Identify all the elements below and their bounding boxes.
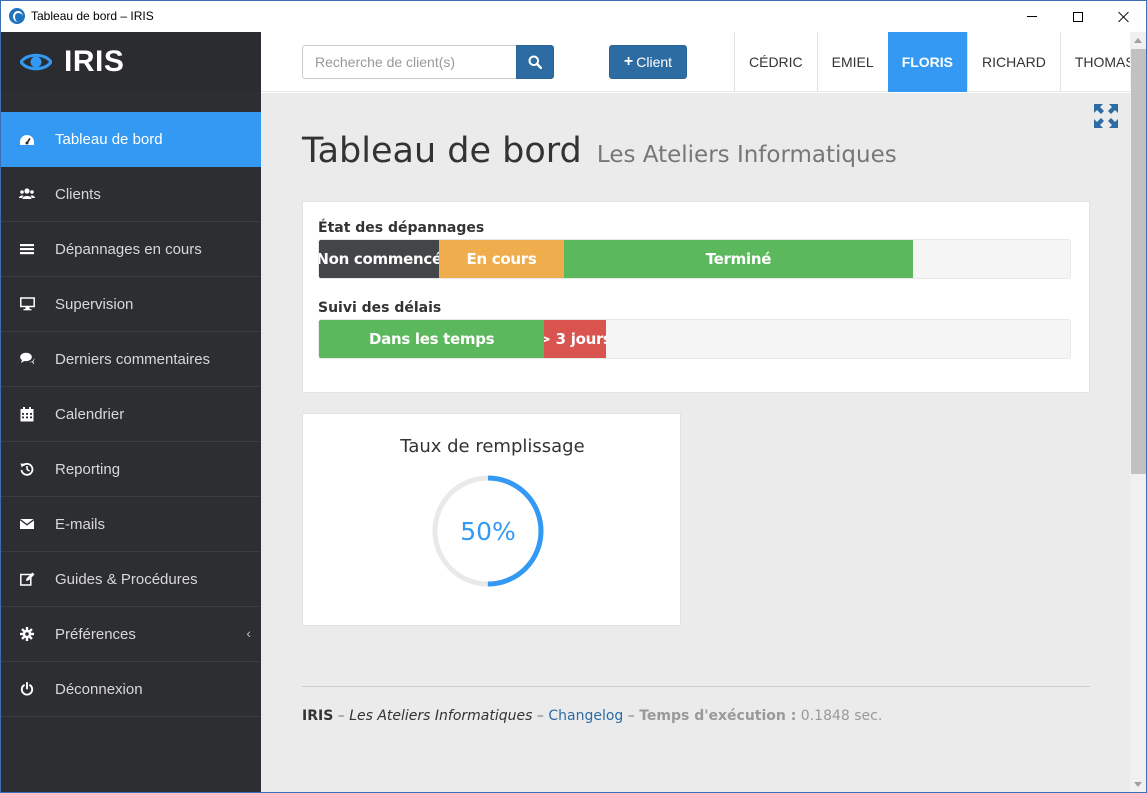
sidebar-item-label: Guides & Procédures — [55, 570, 198, 588]
scroll-down-arrow-icon[interactable] — [1134, 782, 1142, 787]
sidebar-item-label: Reporting — [55, 460, 121, 478]
sidebar-item-label: Préférences — [55, 625, 136, 643]
sidebar-item-derniers-commentaires[interactable]: Derniers commentaires — [1, 332, 261, 387]
sidebar-item-label: E-mails — [55, 515, 106, 533]
title-bar: Tableau de bord – IRIS — [1, 1, 1146, 32]
progress-segment: Dans les temps — [319, 320, 545, 358]
add-client-button[interactable]: + Client — [609, 45, 687, 79]
sidebar-item-label: Dépannages en cours — [55, 240, 202, 258]
page-subtitle: Les Ateliers Informatiques — [596, 142, 897, 168]
sidebar-item-label: Clients — [55, 185, 101, 203]
calendar-icon — [19, 406, 35, 422]
footer-company: Les Ateliers Informatiques — [349, 708, 533, 724]
top-bar: + Client CÉDRICEMIELFLORISRICHARDTHOMAS — [261, 32, 1135, 92]
sidebar: IRIS Tableau de bord Clients Dépannages en… — [1, 32, 261, 792]
app-logo-icon — [9, 8, 25, 24]
page-title-text: Tableau de bord — [302, 131, 582, 171]
changelog-link[interactable]: Changelog — [548, 708, 623, 724]
edit-icon — [19, 571, 35, 587]
deadlines-progress: Dans les temps> 3 jours — [318, 319, 1071, 359]
footer-brand: IRIS — [302, 708, 334, 724]
close-icon — [1118, 11, 1130, 23]
sidebar-item-tableau-de-bord[interactable]: Tableau de bord — [1, 112, 261, 167]
repairs-status-label: État des dépannages — [318, 220, 485, 236]
tab-cedric[interactable]: CÉDRIC — [734, 32, 817, 92]
envelope-icon — [19, 516, 35, 532]
maximize-icon — [1073, 11, 1083, 22]
repairs-status-progress: Non commencé En cours Terminé — [318, 239, 1071, 279]
sidebar-item-clients[interactable]: Clients — [1, 167, 261, 222]
search-icon — [528, 55, 542, 69]
close-button[interactable] — [1101, 1, 1146, 32]
progress-segment: > 3 jours — [544, 320, 606, 358]
fill-rate-panel: Taux de remplissage 50% — [302, 413, 681, 626]
dashboard-icon — [19, 132, 35, 148]
sidebar-item-label: Tableau de bord — [55, 131, 163, 148]
exec-time-value: 0.1848 sec. — [796, 708, 883, 724]
progress-segment: Non commencé — [319, 240, 440, 278]
tab-floris[interactable]: FLORIS — [887, 32, 968, 92]
search-button[interactable] — [516, 45, 554, 79]
sidebar-item-depannages-en-cours[interactable]: Dépannages en cours — [1, 222, 261, 277]
sidebar-item-label: Déconnexion — [55, 680, 143, 698]
main-content: Tableau de bord Les Ateliers Informatiqu… — [261, 93, 1130, 792]
monitor-icon — [19, 296, 35, 312]
footer-divider — [302, 686, 1090, 687]
sidebar-item-calendrier[interactable]: Calendrier — [1, 387, 261, 442]
vertical-scrollbar[interactable] — [1130, 32, 1146, 792]
chevron-left-icon[interactable]: ‹ — [246, 625, 251, 641]
tab-emiel[interactable]: EMIEL — [816, 32, 888, 92]
user-tabs: CÉDRIC EMIEL FLORIS RICHARD THOMAS — [734, 32, 1146, 92]
minimize-icon — [1027, 16, 1037, 17]
scroll-thumb[interactable] — [1131, 49, 1146, 474]
minimize-button[interactable] — [1009, 1, 1055, 32]
sidebar-item-reporting[interactable]: Reporting — [1, 442, 261, 497]
footer-separator: – — [333, 708, 350, 724]
comments-icon — [19, 351, 35, 367]
gear-icon — [19, 626, 35, 642]
power-icon — [19, 681, 35, 697]
list-icon — [19, 241, 35, 257]
fill-rate-title: Taux de remplissage — [400, 436, 585, 457]
history-icon — [19, 461, 35, 477]
sidebar-item-preferences[interactable]: Préférences ‹ — [1, 607, 261, 662]
footer: IRIS – Les Ateliers Informatiques – Chan… — [302, 708, 882, 724]
sidebar-item-supervision[interactable]: Supervision — [1, 277, 261, 332]
exec-time-label: Temps d'exécution : — [639, 708, 797, 724]
status-panel: État des dépannages Non commencé En cours… — [302, 201, 1090, 393]
sidebar-item-label: Derniers commentaires — [55, 350, 211, 368]
app-name: IRIS — [64, 45, 125, 78]
sidebar-item-label: Calendrier — [55, 405, 125, 423]
sidebar-item-label: Supervision — [55, 295, 134, 313]
footer-separator: – — [532, 708, 549, 724]
sidebar-item-e-mails[interactable]: E-mails — [1, 497, 261, 552]
page-title: Tableau de bord Les Ateliers Informatiqu… — [302, 131, 897, 171]
progress-segment: En cours — [439, 240, 564, 278]
plus-icon: + — [623, 53, 634, 70]
progress-segment: Terminé — [563, 240, 914, 278]
fullscreen-expand-icon[interactable] — [1093, 103, 1119, 129]
add-client-label: Client — [636, 54, 673, 70]
app-window: Tableau de bord – IRIS IRIS Tableau de b… — [0, 0, 1147, 793]
footer-separator: – — [623, 708, 640, 724]
sidebar-item-guides-procedures[interactable]: Guides & Procédures — [1, 552, 261, 607]
brand[interactable]: IRIS — [1, 32, 261, 92]
window-title: Tableau de bord – IRIS — [31, 9, 154, 23]
fill-rate-value: 50% — [460, 516, 516, 546]
scroll-up-arrow-icon[interactable] — [1134, 38, 1142, 43]
users-icon — [19, 186, 35, 202]
maximize-button[interactable] — [1055, 1, 1101, 32]
sidebar-item-deconnexion[interactable]: Déconnexion — [1, 662, 261, 717]
eye-icon — [20, 51, 52, 73]
search-input[interactable] — [302, 45, 517, 79]
deadlines-label: Suivi des délais — [318, 300, 442, 316]
tab-richard[interactable]: RICHARD — [967, 32, 1060, 92]
sidebar-nav: Tableau de bord Clients Dépannages en cour… — [1, 112, 261, 717]
